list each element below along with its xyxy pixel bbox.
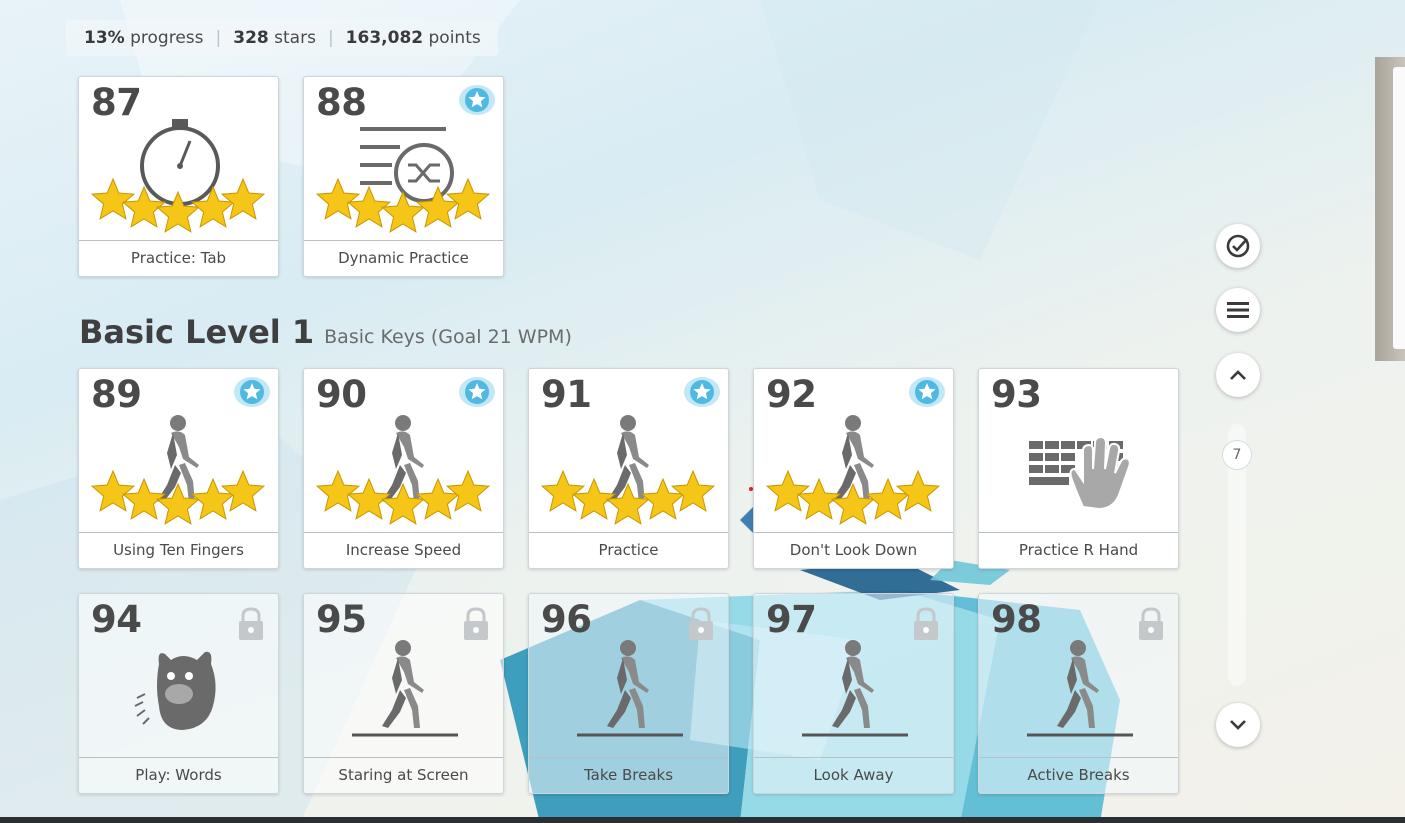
- lesson-card-88[interactable]: 88 Dynamic Practice: [303, 76, 504, 277]
- lesson-card-90[interactable]: 90 Increase Speed: [303, 368, 504, 569]
- star-icon: [605, 482, 651, 525]
- star-icon: [415, 477, 461, 520]
- star-icon: [190, 185, 236, 228]
- star-icon: [220, 177, 266, 220]
- lesson-card-97[interactable]: 97 Look Away: [753, 593, 954, 794]
- menu-icon: [1227, 302, 1249, 318]
- star-icon: [865, 477, 911, 520]
- bottom-bar: [0, 817, 1405, 823]
- lesson-label: Staring at Screen: [304, 757, 503, 793]
- progress-stats-bar: 13% progress | 328 stars | 163,082 point…: [66, 20, 498, 56]
- check-circle-icon: [1226, 234, 1250, 258]
- lesson-label: Look Away: [754, 757, 953, 793]
- star-icon: [380, 482, 426, 525]
- lesson-label: Practice: Tab: [79, 240, 278, 276]
- lesson-label: Practice: [529, 532, 728, 568]
- chevron-up-icon: [1230, 370, 1246, 380]
- scroll-up-button[interactable]: [1216, 353, 1260, 397]
- keyboard-hand-icon: [1029, 435, 1131, 511]
- star-icon: [315, 469, 361, 512]
- star-icon: [445, 177, 491, 220]
- achievement-badge-icon: [234, 377, 270, 407]
- star-icon: [895, 469, 941, 512]
- lesson-label: Increase Speed: [304, 532, 503, 568]
- lesson-label: Dynamic Practice: [304, 240, 503, 276]
- chevron-down-icon: [1230, 720, 1246, 730]
- achievement-badge-icon: [909, 377, 945, 407]
- achievement-badge-icon: [459, 85, 495, 115]
- lesson-label: Take Breaks: [529, 757, 728, 793]
- stars-label: stars: [274, 28, 316, 48]
- achievement-badge-icon: [684, 377, 720, 407]
- achievement-badge-icon: [459, 377, 495, 407]
- lesson-card-87[interactable]: 87 Practice: Tab: [78, 76, 279, 277]
- lock-icon: [464, 607, 488, 640]
- star-icon: [190, 477, 236, 520]
- check-circle-button[interactable]: [1216, 224, 1260, 268]
- lesson-card-95[interactable]: 95 Staring at Screen: [303, 593, 504, 794]
- side-panel-inner: [1393, 67, 1405, 349]
- star-icon: [90, 469, 136, 512]
- divider: |: [327, 28, 334, 48]
- scroll-down-button[interactable]: [1216, 703, 1260, 747]
- lesson-card-89[interactable]: 89 Using Ten Fingers: [78, 368, 279, 569]
- star-icon: [155, 190, 201, 233]
- star-icon: [155, 482, 201, 525]
- lock-icon: [914, 607, 938, 640]
- section-heading: Basic Level 1 Basic Keys (Goal 21 WPM): [79, 313, 572, 351]
- star-rating-icons: [90, 177, 266, 233]
- lock-icon: [239, 607, 263, 640]
- level-scroll-thumb[interactable]: 7: [1222, 440, 1252, 470]
- star-icon: [380, 190, 426, 233]
- stars-value: 328: [233, 28, 269, 48]
- progress-value: 13%: [84, 28, 125, 48]
- lesson-label: Don't Look Down: [754, 532, 953, 568]
- side-panel-edge[interactable]: [1375, 57, 1405, 361]
- lesson-label: Using Ten Fingers: [79, 532, 278, 568]
- lesson-label: Play: Words: [79, 757, 278, 793]
- lesson-card-91[interactable]: 91 Practice: [528, 368, 729, 569]
- lesson-card-98[interactable]: 98 Active Breaks: [978, 593, 1179, 794]
- lesson-card-96[interactable]: 96 Take Breaks: [528, 593, 729, 794]
- section-title: Basic Level 1: [79, 313, 315, 351]
- progress-label: progress: [130, 28, 204, 48]
- lesson-card-93[interactable]: 93 Practice R Hand: [978, 368, 1179, 569]
- star-icon: [445, 469, 491, 512]
- lock-icon: [1139, 607, 1163, 640]
- lesson-label: Practice R Hand: [979, 532, 1178, 568]
- points-value: 163,082: [345, 28, 424, 48]
- star-icon: [90, 177, 136, 220]
- section-subtitle: Basic Keys (Goal 21 WPM): [324, 326, 572, 348]
- divider: |: [215, 28, 222, 48]
- star-icon: [540, 469, 586, 512]
- star-icon: [765, 469, 811, 512]
- star-icon: [670, 469, 716, 512]
- lock-icon: [689, 607, 713, 640]
- star-icon: [640, 477, 686, 520]
- star-icon: [220, 469, 266, 512]
- points-label: points: [428, 28, 481, 48]
- menu-button[interactable]: [1216, 288, 1260, 332]
- star-icon: [830, 482, 876, 525]
- lesson-label: Active Breaks: [979, 757, 1178, 793]
- star-icon: [415, 185, 461, 228]
- lesson-card-94[interactable]: 94 Play: Words: [78, 593, 279, 794]
- star-icon: [315, 177, 361, 220]
- lesson-card-92[interactable]: 92 Don't Look Down: [753, 368, 954, 569]
